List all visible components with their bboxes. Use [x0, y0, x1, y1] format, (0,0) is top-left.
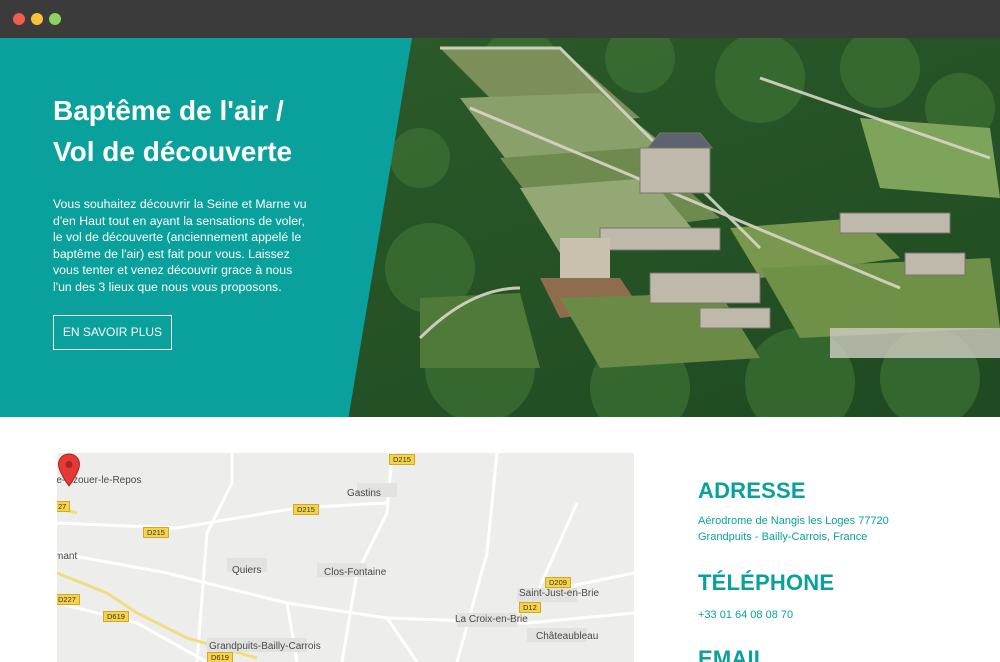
- place-la-croix: La Croix-en-Brie: [455, 614, 528, 625]
- road-d209: D209: [545, 577, 571, 588]
- place-gastins: Gastins: [347, 488, 381, 499]
- phone-number[interactable]: +33 01 64 08 08 70: [698, 608, 793, 624]
- address-block: Aérodrome de Nangis les Loges 77720 Gran…: [698, 514, 988, 545]
- place-grandpuits: Grandpuits-Bailly-Carrois: [209, 641, 321, 652]
- address-line-1: Aérodrome de Nangis les Loges 77720: [698, 515, 889, 527]
- browser-titlebar: [0, 0, 1000, 38]
- place-clos-fontaine: Clos-Fontaine: [324, 567, 387, 578]
- road-d12: D12: [519, 602, 541, 613]
- address-line-2: Grandpuits - Bailly-Carrois, France: [698, 530, 868, 543]
- title-line-1: Baptême de l'air /: [53, 95, 284, 126]
- place-mant: mant: [57, 551, 78, 562]
- close-window-button[interactable]: [13, 13, 25, 25]
- maximize-window-button[interactable]: [49, 13, 61, 25]
- hero-description: Vous souhaitez découvrir la Seine et Mar…: [53, 197, 307, 294]
- email-heading: EMAIL: [698, 646, 768, 662]
- page-title: Baptême de l'air / Vol de découverte: [53, 90, 353, 172]
- hero-section: Baptême de l'air / Vol de découverte Vou…: [0, 38, 1000, 417]
- address-heading: ADRESSE: [698, 478, 806, 503]
- location-map[interactable]: re-Ozouer-le-Repos Gastins Quiers Clos-F…: [57, 453, 634, 662]
- road-27: 27: [57, 501, 71, 512]
- road-d215-left: D215: [143, 527, 169, 538]
- learn-more-button[interactable]: EN SAVOIR PLUS: [53, 315, 172, 350]
- road-d619-bottom: D619: [207, 652, 233, 662]
- place-chateaubleau: Châteaubleau: [536, 631, 599, 642]
- title-line-2: Vol de découverte: [53, 136, 293, 167]
- road-d227: D227: [57, 594, 80, 605]
- map-pin-icon[interactable]: [57, 453, 81, 487]
- place-saint-just: Saint-Just-en-Brie: [519, 588, 600, 599]
- phone-heading: TÉLÉPHONE: [698, 570, 835, 595]
- road-d215-top: D215: [389, 454, 415, 465]
- road-d619: D619: [103, 611, 129, 622]
- minimize-window-button[interactable]: [31, 13, 43, 25]
- place-quiers: Quiers: [232, 565, 262, 576]
- road-d215-mid: D215: [293, 504, 319, 515]
